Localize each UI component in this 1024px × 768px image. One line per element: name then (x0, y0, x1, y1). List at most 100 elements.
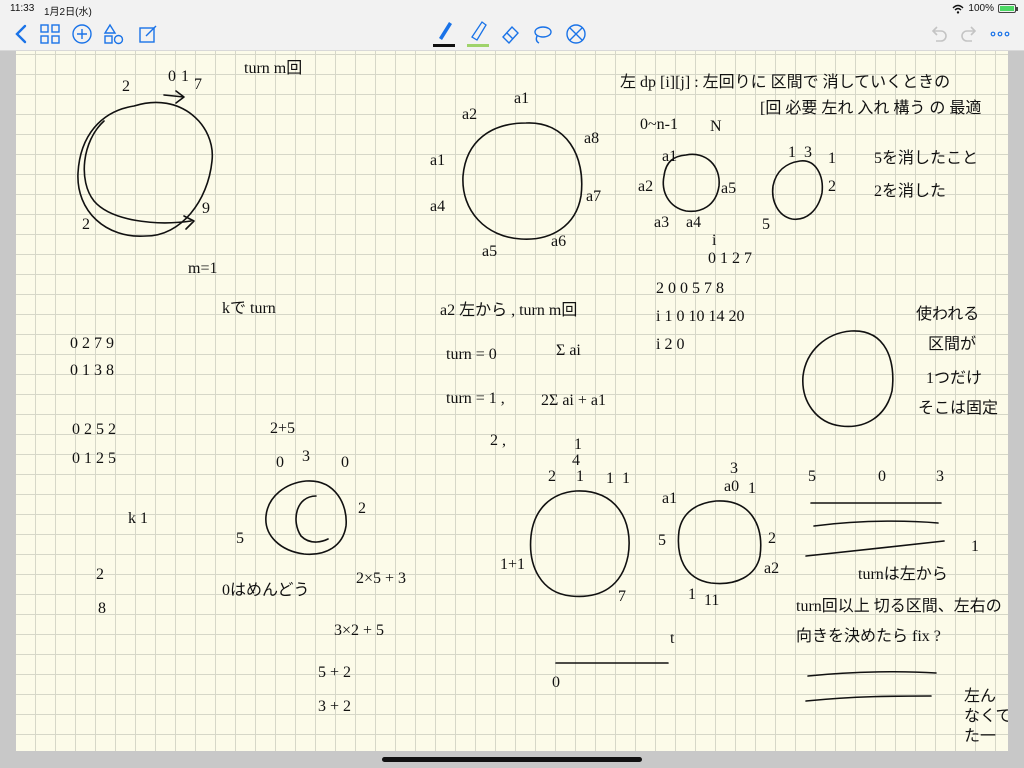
handwritten-note: N (710, 118, 722, 135)
handwritten-note: turn = 0 (446, 346, 497, 363)
note-k-turn: kで turn (222, 300, 276, 317)
battery-percent: 100% (968, 3, 994, 14)
handwritten-note: 7 (618, 588, 626, 605)
handwritten-note: 11 (704, 592, 719, 609)
circle-g (529, 490, 630, 598)
handwritten-note: 3×2 + 5 (334, 622, 384, 639)
handwritten-note: t (670, 630, 675, 647)
ink-stroke (813, 520, 939, 527)
handwritten-note: 2 (82, 216, 90, 233)
handwritten-note: a1 (662, 148, 677, 165)
handwritten-note: i 2 0 (656, 336, 684, 353)
handwritten-note: 5を消したこと (874, 149, 978, 167)
handwritten-note: 1+1 (500, 556, 525, 573)
handwritten-note: 5 (236, 530, 244, 547)
handwritten-note: 2 (122, 78, 130, 95)
shapes-icon[interactable] (102, 23, 126, 45)
eraser-icon[interactable] (498, 23, 522, 45)
handwritten-note: 2 (828, 178, 836, 195)
handwritten-note: a2 (638, 178, 653, 195)
handwritten-note: m=1 (188, 260, 217, 277)
more-icon[interactable] (988, 23, 1012, 45)
status-bar: 11:33 1月2日(水) 100% (0, 0, 1024, 18)
handwritten-note: a2 左から , turn m回 (440, 301, 577, 319)
handwritten-note: 0 2 7 9 (70, 335, 114, 352)
pen-icon[interactable] (432, 20, 456, 48)
handwritten-note: 左ん (964, 687, 996, 705)
highlighter-icon[interactable] (466, 20, 490, 48)
handwritten-note: a2 (764, 560, 779, 577)
arrow-a (83, 120, 192, 224)
handwritten-note: 1 (788, 144, 796, 161)
handwritten-note: 3 (302, 448, 310, 465)
handwritten-note: a8 (584, 130, 599, 147)
handwritten-note: 1 (181, 68, 189, 85)
handwritten-note: a2 (462, 106, 477, 123)
handwritten-note: a4 (430, 198, 445, 215)
handwritten-note: 2Σ ai + a1 (541, 392, 606, 409)
handwritten-note: a5 (721, 180, 736, 197)
status-right: 100% (952, 3, 1018, 14)
handwritten-note: 2 (548, 468, 556, 485)
handwritten-note: 使われる (916, 305, 979, 323)
handwritten-note: i (712, 232, 717, 249)
handwritten-note: 2 (768, 530, 776, 547)
handwritten-note: 4 (572, 452, 580, 469)
handwritten-note: 5 + 2 (318, 664, 351, 681)
handwritten-note: a1 (662, 490, 677, 507)
grid-icon[interactable] (38, 23, 62, 45)
ink-stroke (163, 90, 185, 104)
handwritten-note: turn回以上 切る区間、左右の (796, 597, 1002, 615)
handwritten-note: 2 0 0 5 7 8 (656, 280, 724, 297)
date: 1月2日(水) (44, 7, 92, 18)
handwritten-note: a1 (430, 152, 445, 169)
handwritten-note: 向きを決めたら fix ? (796, 627, 941, 645)
handwritten-note: 7 (194, 76, 202, 93)
undo-icon[interactable] (926, 23, 950, 45)
toolbar (0, 18, 1024, 51)
handwritten-note: a1 (514, 90, 529, 107)
handwritten-note: そこは固定 (918, 399, 998, 417)
no-icon[interactable] (564, 23, 588, 45)
handwritten-note: 0 (878, 468, 886, 485)
edit-icon[interactable] (136, 23, 160, 45)
circle-a (77, 101, 214, 237)
handwritten-note: a0 (724, 478, 739, 495)
handwritten-note: 5 (808, 468, 816, 485)
back-chevron-icon[interactable] (10, 23, 34, 45)
add-icon[interactable] (70, 23, 94, 45)
handwritten-note: 0 (168, 68, 176, 85)
handwritten-note: 1 (748, 480, 756, 497)
note-turn-m: turn m回 (244, 60, 302, 77)
home-indicator[interactable] (382, 757, 642, 762)
handwritten-note: 2を消した (874, 182, 946, 200)
handwritten-note: 1 (971, 538, 979, 555)
handwritten-note: turn = 1 , (446, 390, 505, 407)
handwritten-note: 0 (552, 674, 560, 691)
circle-f (265, 480, 347, 555)
handwritten-note: Σ ai (556, 342, 581, 359)
handwritten-note: turnは左から (858, 565, 948, 583)
handwritten-note: 3 + 2 (318, 698, 351, 715)
handwritten-note: 左 dp [i][j] : 左回りに 区間で 消していくときの (620, 73, 950, 91)
notebook-page[interactable]: turn m回 2 0 1 7 2 9 m=1 kで turn 0 2 7 9 … (16, 51, 1008, 751)
handwritten-note: 1 (828, 150, 836, 167)
ink-stroke (805, 695, 932, 702)
handwritten-note: 2 (358, 500, 366, 517)
redo-icon[interactable] (958, 23, 982, 45)
handwritten-note: 2 , (490, 432, 506, 449)
handwritten-note: 0~n-1 (640, 116, 678, 133)
handwritten-note: 0 2 5 2 (72, 421, 116, 438)
handwritten-note: k 1 (128, 510, 148, 527)
handwritten-note: 0 (341, 454, 349, 471)
ink-stroke (805, 540, 945, 557)
ink-stroke (807, 670, 937, 677)
handwritten-note: a6 (551, 233, 566, 250)
handwritten-note: 9 (202, 200, 210, 217)
wifi-icon (952, 4, 964, 14)
lasso-icon[interactable] (530, 23, 554, 45)
handwritten-note: 0 (276, 454, 284, 471)
handwritten-note: 0 1 2 7 (708, 250, 752, 267)
handwritten-note: 2×5 + 3 (356, 570, 406, 587)
circle-h (677, 500, 762, 585)
